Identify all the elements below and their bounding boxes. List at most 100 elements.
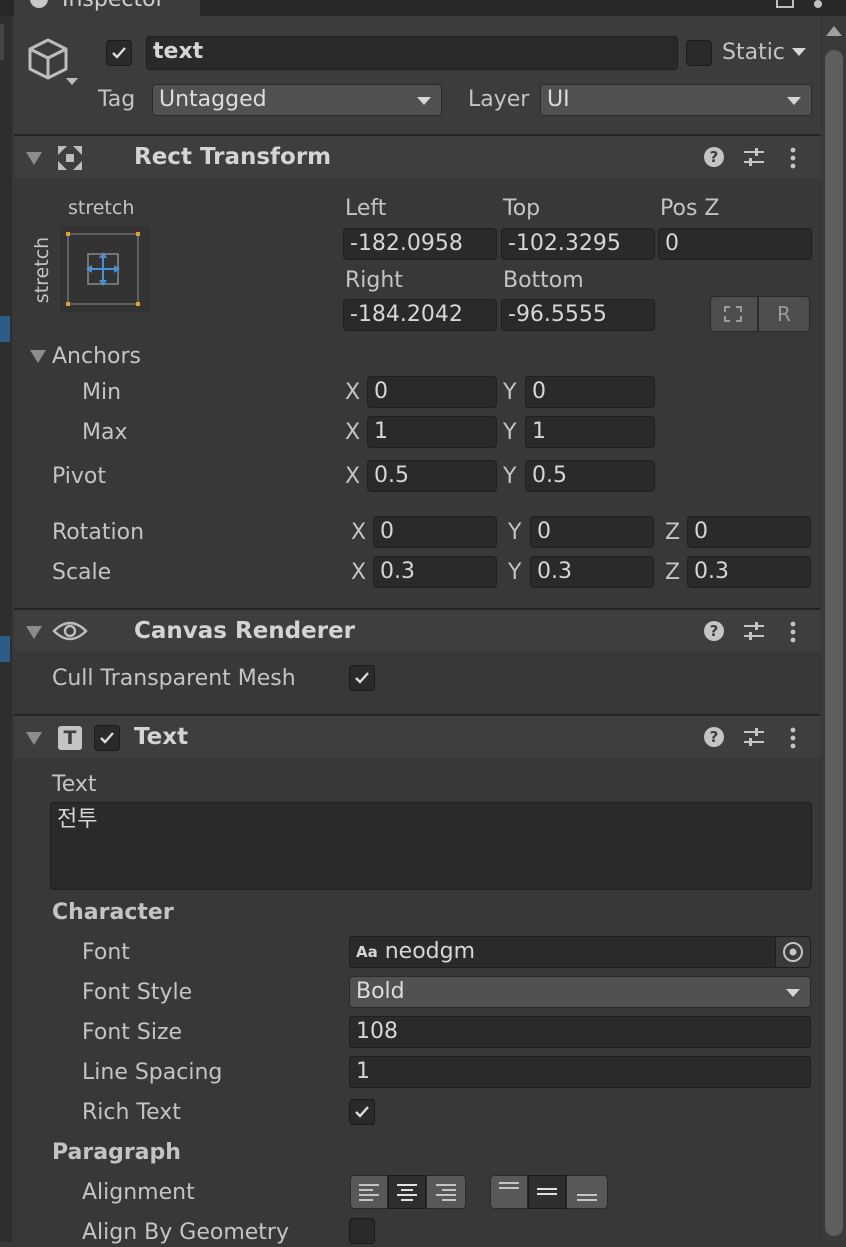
- tag-dropdown[interactable]: Untagged: [152, 84, 442, 116]
- text-component-header[interactable]: T Text ?: [14, 714, 820, 758]
- kebab-menu-icon[interactable]: [790, 726, 796, 750]
- layer-value: UI: [547, 87, 570, 112]
- top-label: Top: [503, 196, 541, 221]
- align-right-button[interactable]: [426, 1175, 466, 1209]
- kebab-menu-icon[interactable]: [790, 620, 796, 644]
- chevron-down-icon: [786, 989, 800, 997]
- rot-x-axis: X: [351, 520, 367, 545]
- left-edge-highlight-2: [0, 636, 10, 662]
- anchor-move-icon: [56, 144, 84, 172]
- foldout-arrow-icon[interactable]: [26, 626, 42, 639]
- canvas-renderer-header[interactable]: Canvas Renderer ?: [14, 608, 820, 652]
- chevron-down-icon: [787, 97, 801, 105]
- pivot-label: Pivot: [52, 464, 107, 489]
- rotation-z-input[interactable]: 0: [687, 516, 811, 548]
- cull-transparent-mesh-checkbox[interactable]: [349, 665, 375, 691]
- text-component-title: Text: [134, 724, 189, 750]
- paragraph-label: Paragraph: [52, 1140, 181, 1165]
- scrollbar-thumb[interactable]: [825, 50, 843, 1236]
- rich-text-checkbox[interactable]: [349, 1099, 375, 1125]
- align-left-button[interactable]: [350, 1175, 388, 1209]
- anchor-preset-h-label: stretch: [68, 197, 135, 219]
- cube-icon[interactable]: [24, 34, 80, 90]
- foldout-arrow-icon[interactable]: [26, 732, 42, 745]
- help-icon[interactable]: ?: [704, 621, 724, 641]
- rot-z-axis: Z: [665, 520, 681, 545]
- pivot-y-input[interactable]: 0.5: [525, 460, 655, 492]
- static-dropdown-icon[interactable]: [792, 48, 806, 56]
- font-size-input[interactable]: 108: [349, 1016, 811, 1048]
- rotation-label: Rotation: [52, 520, 145, 545]
- tab-menu-icon[interactable]: [814, 0, 822, 8]
- rect-transform-title: Rect Transform: [134, 144, 332, 170]
- help-icon[interactable]: ?: [704, 147, 724, 167]
- rotation-y-input[interactable]: 0: [530, 516, 654, 548]
- text-area-input[interactable]: 전투: [50, 802, 812, 890]
- scale-z-input[interactable]: 0.3: [687, 556, 811, 588]
- rotation-x-input[interactable]: 0: [373, 516, 497, 548]
- font-asset-icon: Aa: [356, 943, 378, 961]
- pivot-x-input[interactable]: 0.5: [367, 460, 497, 492]
- foldout-arrow-icon[interactable]: [26, 152, 42, 165]
- line-spacing-input[interactable]: 1: [349, 1056, 811, 1088]
- anchors-foldout-arrow-icon[interactable]: [30, 350, 46, 363]
- maximize-icon[interactable]: [776, 0, 794, 8]
- rect-transform-header[interactable]: Rect Transform ?: [14, 134, 820, 178]
- scale-x-input[interactable]: 0.3: [373, 556, 497, 588]
- scale-x-axis: X: [351, 560, 367, 585]
- left-input[interactable]: -182.0958: [343, 228, 497, 260]
- object-name-input[interactable]: text: [146, 36, 678, 70]
- min-label: Min: [82, 380, 122, 405]
- scrollbar-track[interactable]: [822, 16, 846, 1242]
- top-input[interactable]: -102.3295: [501, 228, 655, 260]
- text-enabled-checkbox[interactable]: [94, 725, 120, 751]
- inspector-tab[interactable]: Inspector: [14, 0, 200, 16]
- anchor-presets-button[interactable]: [60, 226, 150, 312]
- pivot-x-axis: X: [345, 464, 361, 489]
- scale-z-axis: Z: [665, 560, 681, 585]
- anchors-label[interactable]: Anchors: [52, 343, 141, 371]
- layer-dropdown[interactable]: UI: [540, 84, 812, 116]
- scale-y-input[interactable]: 0.3: [530, 556, 654, 588]
- static-label[interactable]: Static: [722, 39, 785, 67]
- font-object-field[interactable]: Aa neodgm: [349, 936, 811, 968]
- active-checkbox[interactable]: [106, 40, 132, 66]
- posz-input[interactable]: 0: [658, 228, 812, 260]
- max-x-axis: X: [345, 420, 361, 445]
- min-y-axis: Y: [503, 380, 517, 405]
- dashed-rect-icon: [724, 306, 742, 322]
- align-top-button[interactable]: [490, 1175, 528, 1209]
- scroll-up-arrow[interactable]: [826, 26, 842, 36]
- text-field-label: Text: [52, 772, 97, 797]
- rot-y-axis: Y: [508, 520, 522, 545]
- font-style-value: Bold: [356, 979, 405, 1004]
- align-middle-button[interactable]: [528, 1175, 566, 1209]
- min-y-input[interactable]: 0: [525, 376, 655, 408]
- kebab-menu-icon[interactable]: [790, 146, 796, 170]
- right-input[interactable]: -184.2042: [343, 299, 497, 331]
- eye-icon: [52, 618, 88, 644]
- preset-sliders-icon[interactable]: [742, 146, 766, 168]
- preset-sliders-icon[interactable]: [742, 620, 766, 642]
- bottom-input[interactable]: -96.5555: [501, 299, 655, 331]
- max-y-input[interactable]: 1: [525, 416, 655, 448]
- canvas-renderer-title: Canvas Renderer: [134, 618, 356, 644]
- cull-transparent-mesh-label: Cull Transparent Mesh: [52, 666, 296, 691]
- blueprint-mode-button[interactable]: [710, 296, 758, 332]
- preset-sliders-icon[interactable]: [742, 726, 766, 748]
- min-x-input[interactable]: 0: [367, 376, 497, 408]
- raw-edit-button[interactable]: R: [758, 296, 810, 332]
- anchor-preset-v-label: stretch: [31, 236, 53, 304]
- static-checkbox[interactable]: [686, 40, 712, 66]
- rich-text-label: Rich Text: [82, 1100, 181, 1125]
- object-picker-icon[interactable]: [775, 937, 810, 967]
- left-edge: [0, 16, 12, 1242]
- font-style-dropdown[interactable]: Bold: [349, 976, 811, 1008]
- max-y-axis: Y: [503, 420, 517, 445]
- max-x-input[interactable]: 1: [367, 416, 497, 448]
- alignment-label: Alignment: [82, 1180, 195, 1205]
- align-bottom-button[interactable]: [566, 1175, 608, 1209]
- align-center-button[interactable]: [388, 1175, 426, 1209]
- help-icon[interactable]: ?: [704, 727, 724, 747]
- align-by-geometry-checkbox[interactable]: [349, 1218, 375, 1244]
